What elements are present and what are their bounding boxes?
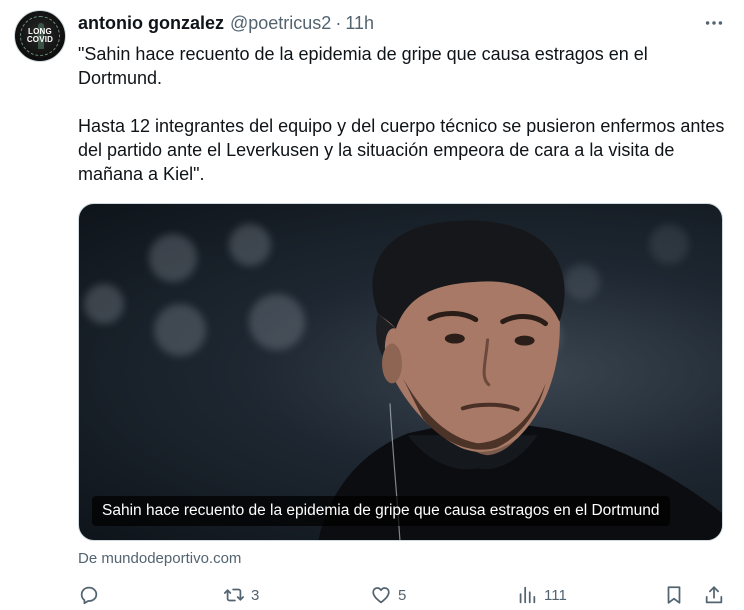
timestamp[interactable]: 11h — [345, 12, 374, 34]
tweet-text: "Sahin hace recuento de la epidemia de g… — [78, 42, 728, 210]
retweet-button[interactable]: 3 — [223, 581, 259, 609]
more-icon — [705, 21, 723, 25]
retweet-icon — [223, 588, 245, 602]
share-button[interactable] — [703, 581, 725, 609]
separator-dot: · — [335, 13, 342, 33]
avatar[interactable]: LONG COVID — [14, 10, 66, 62]
tweet-paragraph: "Sahin hace recuento de la epidemia de g… — [78, 44, 648, 88]
like-button[interactable]: 5 — [370, 581, 406, 609]
card-caption: Sahin hace recuento de la epidemia de gr… — [92, 496, 670, 526]
link-card[interactable]: Sahin hace recuento de la epidemia de gr… — [78, 203, 723, 541]
more-button[interactable] — [702, 12, 726, 34]
reply-icon — [80, 586, 98, 605]
author-name[interactable]: antonio gonzalez — [78, 12, 224, 34]
card-source[interactable]: De mundodeportivo.com — [78, 549, 241, 569]
tweet-header: antonio gonzalez @poetricus2 · 11h — [78, 12, 374, 34]
bookmark-button[interactable] — [663, 581, 685, 609]
avatar-logo: LONG COVID — [26, 27, 54, 44]
bookmark-icon — [667, 586, 681, 604]
article-photo — [318, 220, 722, 540]
views-icon — [519, 586, 536, 604]
tweet-paragraph: Hasta 12 integrantes del equipo y del cu… — [78, 116, 725, 184]
views-count: 111 — [544, 586, 567, 604]
action-bar: 3 5 111 — [78, 581, 728, 609]
like-count: 5 — [398, 586, 407, 604]
like-icon — [372, 587, 390, 604]
author-handle[interactable]: @poetricus2 — [230, 12, 331, 34]
share-icon — [705, 586, 723, 604]
views-button[interactable]: 111 — [516, 581, 567, 609]
reply-button[interactable] — [78, 581, 106, 609]
retweet-count: 3 — [251, 586, 260, 604]
